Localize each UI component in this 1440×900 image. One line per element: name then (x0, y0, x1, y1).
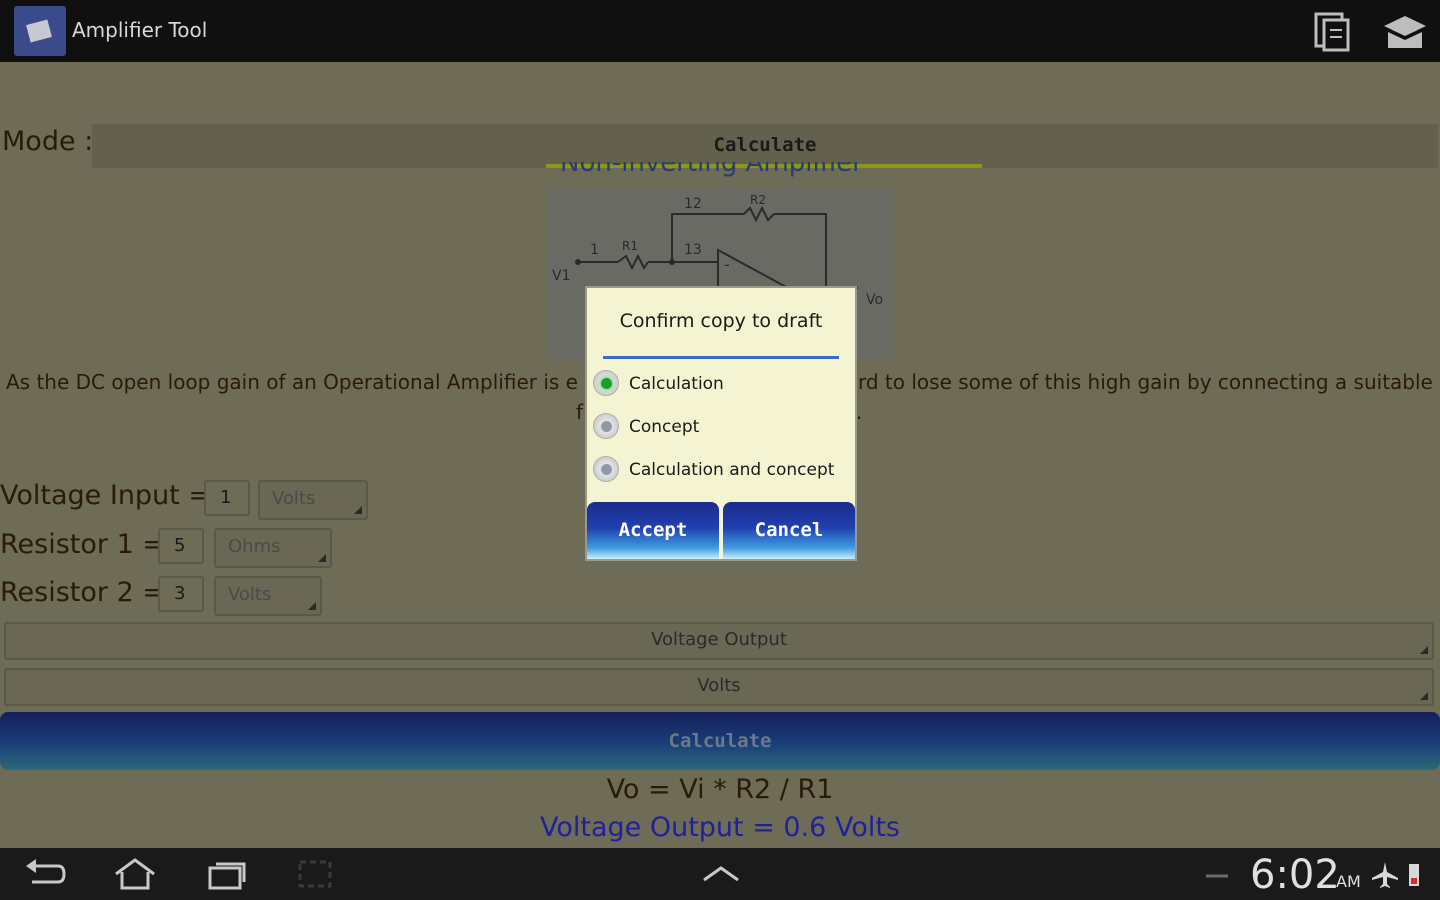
output-unit-spinner[interactable]: Volts (4, 668, 1434, 706)
resistor1-field[interactable]: 5 (158, 528, 204, 564)
calculate-button[interactable]: Calculate (0, 712, 1440, 770)
formula-text: Vo = Vi * R2 / R1 (606, 774, 834, 805)
output-type-spinner[interactable]: Voltage Output (4, 622, 1434, 660)
node1-label: 1 (590, 242, 599, 258)
airplane-mode-icon (1370, 856, 1400, 892)
screenshot-icon[interactable] (292, 856, 338, 892)
description-line2-left: f (576, 400, 584, 424)
r1-label: R1 (622, 239, 638, 253)
option-calculation[interactable]: Calculation (591, 366, 851, 404)
cancel-button[interactable]: Cancel (723, 502, 855, 559)
chevron-up-icon[interactable] (698, 856, 744, 892)
diagram-title-text: Non-inverting Amplifier (560, 162, 863, 178)
option-calculation-and-concept[interactable]: Calculation and concept (591, 452, 851, 490)
minus-icon (1202, 856, 1232, 892)
clock-ampm: AM (1336, 872, 1361, 891)
dialog-title: Confirm copy to draft (619, 310, 823, 332)
node12-label: 12 (684, 196, 702, 212)
resistor2-label: Resistor 2 = (0, 577, 165, 608)
recent-apps-icon[interactable] (204, 856, 250, 892)
accept-button[interactable]: Accept (587, 502, 719, 559)
result-text: Voltage Output = 0.6 Volts (539, 812, 900, 843)
dialog-divider (603, 356, 839, 359)
option-label: Concept (629, 417, 700, 437)
diagram-title: Non-inverting Amplifier (560, 162, 870, 180)
resistor1-label: Resistor 1 = (0, 529, 165, 560)
battery-icon (1402, 856, 1426, 892)
radio-unselected-icon[interactable] (593, 456, 619, 482)
resistor2-field[interactable]: 3 (158, 576, 204, 612)
mode-label: Mode : (2, 126, 94, 157)
node13-label: 13 (684, 242, 702, 258)
system-bar: 6:02 AM (0, 848, 1440, 900)
option-label: Calculation and concept (629, 460, 835, 480)
v1-label: V1 (552, 268, 570, 284)
description-line-right: rd to lose some of this high gain by con… (858, 370, 1433, 394)
clock-time: 6:02 (1250, 852, 1340, 898)
app-icon[interactable] (14, 6, 66, 56)
voltage-unit-spinner[interactable]: Volts (258, 480, 368, 520)
option-label: Calculation (629, 374, 724, 394)
r2-label: R2 (750, 193, 766, 207)
vo-label: Vo (866, 292, 883, 308)
voltage-input-field[interactable]: 1 (204, 480, 250, 516)
svg-text:-: - (724, 255, 730, 274)
voltage-input-label: Voltage Input = (0, 480, 211, 511)
copy-icon[interactable] (1312, 10, 1352, 52)
graduation-cap-icon[interactable] (1382, 10, 1428, 52)
radio-selected-icon[interactable] (593, 370, 619, 396)
confirm-dialog: Confirm copy to draft Calculation Concep… (585, 286, 857, 561)
action-bar: Amplifier Tool (0, 0, 1440, 62)
option-concept[interactable]: Concept (591, 409, 851, 447)
home-icon[interactable] (112, 856, 158, 892)
resistor2-unit-spinner[interactable]: Volts (214, 576, 322, 616)
back-icon[interactable] (22, 856, 68, 892)
tab-label: Calculate (713, 134, 817, 156)
resistor1-unit-spinner[interactable]: Ohms (214, 528, 332, 568)
radio-unselected-icon[interactable] (593, 413, 619, 439)
app-title: Amplifier Tool (72, 18, 208, 42)
